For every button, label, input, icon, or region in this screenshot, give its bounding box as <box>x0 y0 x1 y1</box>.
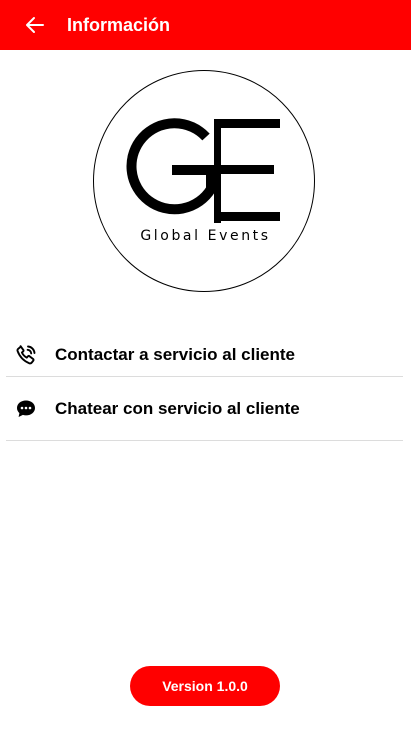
global-events-logo-mark <box>126 118 280 223</box>
app-bar: Información <box>0 0 411 50</box>
chat-bubble-icon <box>14 397 38 421</box>
arrow-left-icon <box>26 17 44 33</box>
chat-customer-service-item[interactable]: Chatear con servicio al cliente <box>6 387 403 431</box>
contact-customer-service-label: Contactar a servicio al cliente <box>55 345 295 364</box>
page-title: Información <box>67 15 171 35</box>
version-button[interactable]: Version 1.0.0 <box>130 666 280 706</box>
logo-caption: Global Events <box>140 228 271 244</box>
divider <box>6 376 403 377</box>
chat-customer-service-label: Chatear con servicio al cliente <box>55 399 300 418</box>
contact-customer-service-item[interactable]: Contactar a servicio al cliente <box>6 333 403 377</box>
company-logo: Global Events <box>93 70 315 292</box>
phone-call-icon <box>14 343 38 367</box>
back-button[interactable] <box>18 9 52 41</box>
divider <box>6 440 403 441</box>
